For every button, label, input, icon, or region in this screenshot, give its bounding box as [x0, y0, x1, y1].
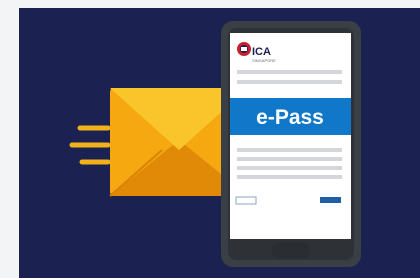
epass-label: e-Pass [256, 106, 324, 129]
phone-screen [230, 33, 351, 239]
ica-logo [237, 42, 251, 56]
brand-name: ICA [252, 46, 271, 58]
brand-subtext: SINGAPORE [252, 58, 276, 63]
motion-lines [69, 125, 111, 165]
epass-illustration: ICA SINGAPORE e-Pass [69, 21, 361, 267]
home-button [272, 243, 310, 258]
screen-primary-button [320, 197, 341, 203]
screen-secondary-button [235, 196, 257, 205]
illustration-stage: ICA SINGAPORE e-Pass [0, 0, 420, 278]
phone-icon [221, 21, 361, 267]
